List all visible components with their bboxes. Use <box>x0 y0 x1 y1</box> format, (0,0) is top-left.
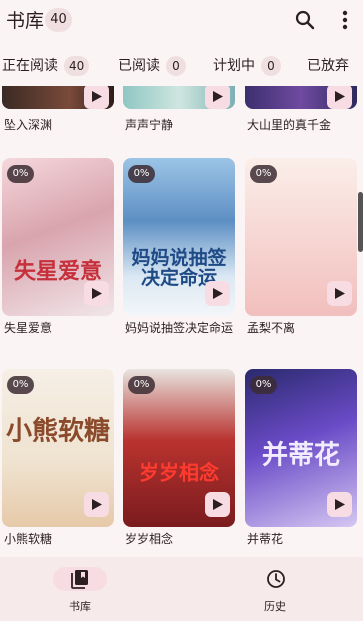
tab-reading[interactable]: 正在阅读 40 <box>2 50 90 82</box>
play-icon <box>92 91 102 102</box>
book-cover[interactable]: 失星爱意 0% <box>2 158 114 316</box>
library-icon <box>71 570 88 589</box>
play-icon <box>213 91 223 102</box>
play-button[interactable] <box>205 86 230 109</box>
play-button[interactable] <box>84 86 109 109</box>
app-bar: 书库 40 <box>0 0 363 44</box>
tab-planned[interactable]: 计划中 0 <box>213 50 281 82</box>
book-cover[interactable] <box>2 86 114 109</box>
nav-label: 书库 <box>69 600 91 613</box>
search-icon <box>295 10 315 30</box>
play-button[interactable] <box>327 281 352 306</box>
play-icon <box>213 288 223 299</box>
book-cover[interactable]: 小熊软糖 0% <box>2 369 114 527</box>
progress-badge: 0% <box>7 376 34 394</box>
library-count-badge: 40 <box>45 8 72 32</box>
cover-title-art: 失星爱意 <box>13 258 102 285</box>
more-vert-icon <box>342 10 348 30</box>
book-title: 岁岁相念 <box>125 532 174 546</box>
play-button[interactable] <box>205 281 230 306</box>
cover-title-art: 并蒂花 <box>261 440 340 471</box>
tab-count-badge: 0 <box>166 56 186 76</box>
tab-label: 计划中 <box>213 58 255 74</box>
play-button[interactable] <box>84 492 109 517</box>
book-title: 失星爱意 <box>4 321 53 335</box>
book-cover[interactable]: 岁岁相念 0% <box>123 369 235 527</box>
book-title: 妈妈说抽签决定命运 <box>125 321 234 335</box>
book-title[interactable]: 声声宁静 <box>125 117 237 134</box>
progress-badge: 0% <box>250 165 277 183</box>
search-button[interactable] <box>293 8 317 32</box>
book-title[interactable]: 坠入深渊 <box>4 117 116 134</box>
play-icon <box>213 499 223 510</box>
play-button[interactable] <box>327 86 352 109</box>
tab-label: 已阅读 <box>118 58 160 74</box>
page-title: 书库 <box>6 10 45 32</box>
play-icon <box>335 499 345 510</box>
play-button[interactable] <box>205 492 230 517</box>
history-icon <box>267 570 285 588</box>
play-icon <box>92 288 102 299</box>
play-icon <box>92 499 102 510</box>
book-cover[interactable] <box>123 86 235 109</box>
progress-badge: 0% <box>128 376 155 394</box>
nav-label: 历史 <box>264 600 286 613</box>
book-title: 并蒂花 <box>247 532 284 546</box>
shelf-tabs: 正在阅读 40 已阅读 0 计划中 0 已放弃 <box>0 50 363 82</box>
book-cover[interactable] <box>245 86 357 109</box>
tab-label: 已放弃 <box>307 58 349 74</box>
bottom-navigation: 书库 历史 <box>0 557 363 621</box>
book-cover[interactable]: 妈妈说抽签决定命运 0% <box>123 158 235 316</box>
play-icon <box>335 91 345 102</box>
tab-label: 正在阅读 <box>2 58 58 74</box>
play-icon <box>335 288 345 299</box>
book-grid[interactable]: 坠入深渊 声声宁静 大山里的真千金 失星爱意 0% 失星爱意 妈妈说抽签决定命运… <box>0 86 363 556</box>
book-title[interactable]: 大山里的真千金 <box>247 117 359 134</box>
play-button[interactable] <box>327 492 352 517</box>
book-title: 小熊软糖 <box>4 532 53 546</box>
book-title: 孟梨不离 <box>247 321 296 335</box>
progress-badge: 0% <box>7 165 34 183</box>
cover-title-art: 小熊软糖 <box>5 416 110 447</box>
tab-read[interactable]: 已阅读 0 <box>118 50 186 82</box>
tab-count-badge: 40 <box>64 56 90 76</box>
cover-title-art: 岁岁相念 <box>139 460 219 485</box>
scroll-handle[interactable] <box>358 192 363 252</box>
tab-dropped[interactable]: 已放弃 <box>307 50 349 82</box>
progress-badge: 0% <box>128 165 155 183</box>
progress-badge: 0% <box>250 376 277 394</box>
more-options-button[interactable] <box>337 8 353 32</box>
book-cover[interactable]: 并蒂花 0% <box>245 369 357 527</box>
book-cover[interactable]: 0% <box>245 158 357 316</box>
nav-library[interactable]: 书库 <box>20 557 140 621</box>
nav-history[interactable]: 历史 <box>215 557 335 621</box>
play-button[interactable] <box>84 281 109 306</box>
tab-count-badge: 0 <box>261 56 281 76</box>
